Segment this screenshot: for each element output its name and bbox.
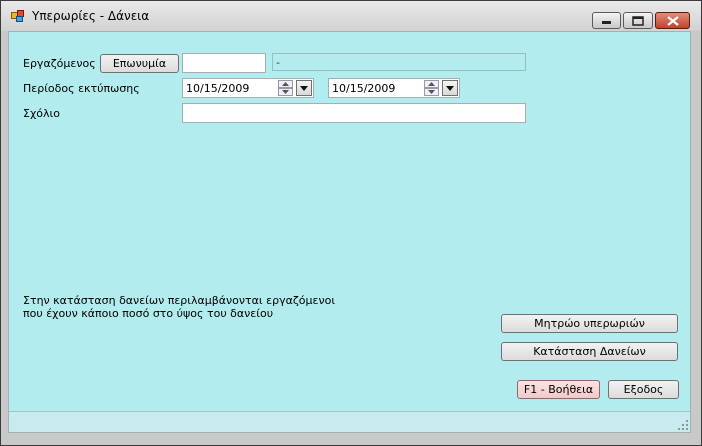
client-area: Εργαζόμενος Επωνυμία - Περίοδος εκτύπωση… — [8, 31, 691, 433]
minimize-icon — [601, 20, 611, 24]
loans-statement-button[interactable]: Κατάσταση Δανείων — [501, 342, 678, 361]
date-to-dropdown[interactable] — [442, 80, 458, 96]
note-line-1: Στην κατάσταση δανείων περιλαμβάνονται ε… — [23, 294, 336, 307]
date-to-value: 10/15/2009 — [332, 82, 396, 95]
minimize-button[interactable] — [592, 12, 621, 29]
maximize-icon — [632, 15, 644, 26]
date-from-value: 10/15/2009 — [186, 82, 250, 95]
period-label: Περίοδος εκτύπωσης — [23, 82, 140, 95]
date-to-picker[interactable]: 10/15/2009 — [328, 78, 460, 98]
window-title: Υπερωρίες - Δάνεια — [32, 9, 150, 23]
comment-label: Σχόλιο — [23, 107, 60, 120]
surname-button[interactable]: Επωνυμία — [100, 54, 179, 73]
comment-input[interactable] — [182, 103, 526, 123]
spin-up-icon[interactable] — [278, 80, 293, 88]
maximize-button[interactable] — [623, 12, 653, 29]
spin-down-icon[interactable] — [278, 88, 293, 96]
employee-code-input[interactable] — [182, 53, 266, 73]
resize-grip-icon[interactable] — [678, 420, 688, 430]
date-from-dropdown[interactable] — [296, 80, 312, 96]
close-button[interactable] — [655, 12, 690, 29]
overtime-register-button[interactable]: Μητρώο υπερωριών — [501, 314, 678, 333]
close-icon — [666, 15, 679, 26]
note-line-2: που έχουν κάποιο ποσό στο ύψος του δανεί… — [23, 307, 274, 320]
employee-name-field: - — [272, 53, 526, 71]
spin-up-icon[interactable] — [424, 80, 439, 88]
date-to-spinner[interactable] — [424, 80, 439, 96]
app-window: Υπερωρίες - Δάνεια Εργαζόμενος Επωνυμία … — [0, 0, 702, 446]
exit-button[interactable]: Εξοδος — [608, 380, 679, 399]
date-from-picker[interactable]: 10/15/2009 — [182, 78, 314, 98]
date-from-spinner[interactable] — [278, 80, 293, 96]
spin-down-icon[interactable] — [424, 88, 439, 96]
status-bar — [9, 411, 690, 432]
chevron-down-icon — [300, 85, 308, 91]
chevron-down-icon — [446, 85, 454, 91]
title-bar[interactable]: Υπερωρίες - Δάνεια — [1, 1, 701, 31]
help-button[interactable]: F1 - Βοήθεια — [517, 380, 600, 399]
employee-label: Εργαζόμενος — [23, 57, 96, 70]
colored-blocks-icon — [11, 10, 25, 22]
